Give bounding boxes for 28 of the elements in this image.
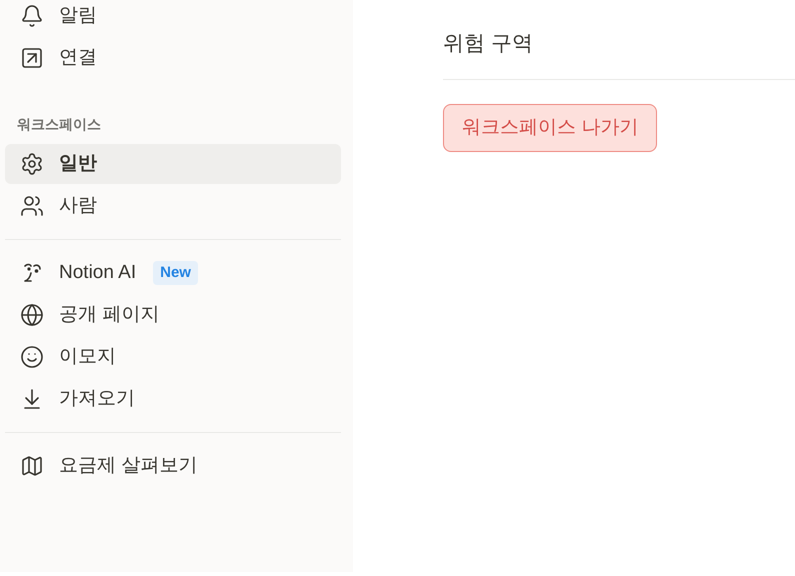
item-label: 사람 <box>59 194 97 218</box>
item-label: 공개 페이지 <box>59 302 160 327</box>
settings-icon <box>20 152 44 176</box>
item-label: 연결 <box>59 46 97 70</box>
map-icon <box>20 454 44 478</box>
item-label: 일반 <box>59 152 97 176</box>
sidebar-item[interactable]: Notion AI New <box>5 253 341 293</box>
item-label: 이모지 <box>59 344 116 369</box>
item-label: 알림 <box>59 4 97 28</box>
sidebar-item[interactable]: 공개 페이지 <box>5 295 341 335</box>
item-label: 요금제 살펴보기 <box>59 454 198 478</box>
sidebar-item[interactable]: 가져오기 <box>5 379 341 419</box>
sidebar-item[interactable]: 일반 <box>5 144 341 184</box>
bell-icon <box>20 4 44 28</box>
sidebar-item[interactable]: 연결 <box>5 38 341 78</box>
sidebar-item[interactable]: 이모지 <box>5 337 341 377</box>
item-label: 가져오기 <box>59 386 135 411</box>
arrow-square-icon <box>20 46 44 70</box>
item-label: Notion AI <box>59 260 136 285</box>
globe-icon <box>20 303 44 327</box>
section-title: 위험 구역 <box>443 31 533 57</box>
sidebar-item[interactable]: 알림 <box>5 0 341 36</box>
people-icon <box>20 194 44 218</box>
smile-icon <box>20 345 44 369</box>
sidebar-item[interactable]: 사람 <box>5 186 341 226</box>
new-tag: New <box>153 261 198 285</box>
sidebar-item[interactable]: 요금제 살펴보기 <box>5 446 341 486</box>
section-heading: 워크스페이스 <box>16 116 102 132</box>
